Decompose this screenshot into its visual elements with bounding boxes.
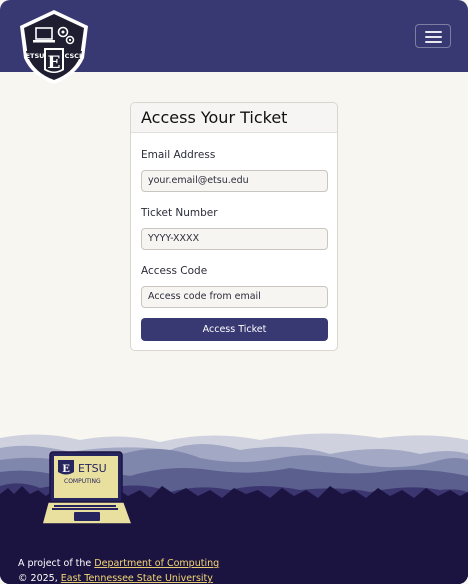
logo-letter: E [48,53,61,73]
footer-project-text: A project of the Department of Computing [18,558,219,569]
page: E ETSU CSCI Access Your Ticket Email Add… [0,0,468,584]
laptop-trackpad [74,512,100,521]
etsu-computing-laptop-logo[interactable]: E ETSU COMPUTING [41,451,134,525]
menu-bar [425,36,442,38]
footer-project-prefix: A project of the [18,558,94,569]
access-code-label: Access Code [141,265,208,277]
laptop-logo-top-text: ETSU [78,462,107,475]
hamburger-menu-icon[interactable] [415,24,451,48]
footer-copyright-text: © 2025, East Tennessee State University [18,573,213,584]
card-header: Access Your Ticket [131,103,337,133]
email-label: Email Address [141,149,216,161]
footer-copyright-prefix: © 2025, [18,573,61,584]
access-ticket-button[interactable]: Access Ticket [141,318,328,341]
etsu-csci-shield-logo[interactable]: E ETSU CSCI [16,8,92,86]
logo-left-text: ETSU [26,52,45,60]
mountain-footer-scene: E ETSU COMPUTING A project of the Depart… [0,433,468,584]
laptop-logo-letter: E [62,464,70,475]
email-field[interactable]: your.email@etsu.edu [141,170,328,192]
ticket-number-label: Ticket Number [141,207,218,219]
laptop-logo-bottom-text: COMPUTING [64,478,101,485]
department-link[interactable]: Department of Computing [94,558,219,569]
menu-bar [425,41,442,43]
access-code-field[interactable]: Access code from email [141,286,328,308]
university-link[interactable]: East Tennessee State University [61,573,214,584]
menu-bar [425,31,442,33]
card-title: Access Your Ticket [141,108,288,127]
top-navbar: E ETSU CSCI [0,0,468,84]
access-ticket-card: Access Your Ticket Email Address your.em… [130,102,338,351]
ticket-number-field[interactable]: YYYY-XXXX [141,228,328,250]
logo-right-text: CSCI [65,52,82,60]
